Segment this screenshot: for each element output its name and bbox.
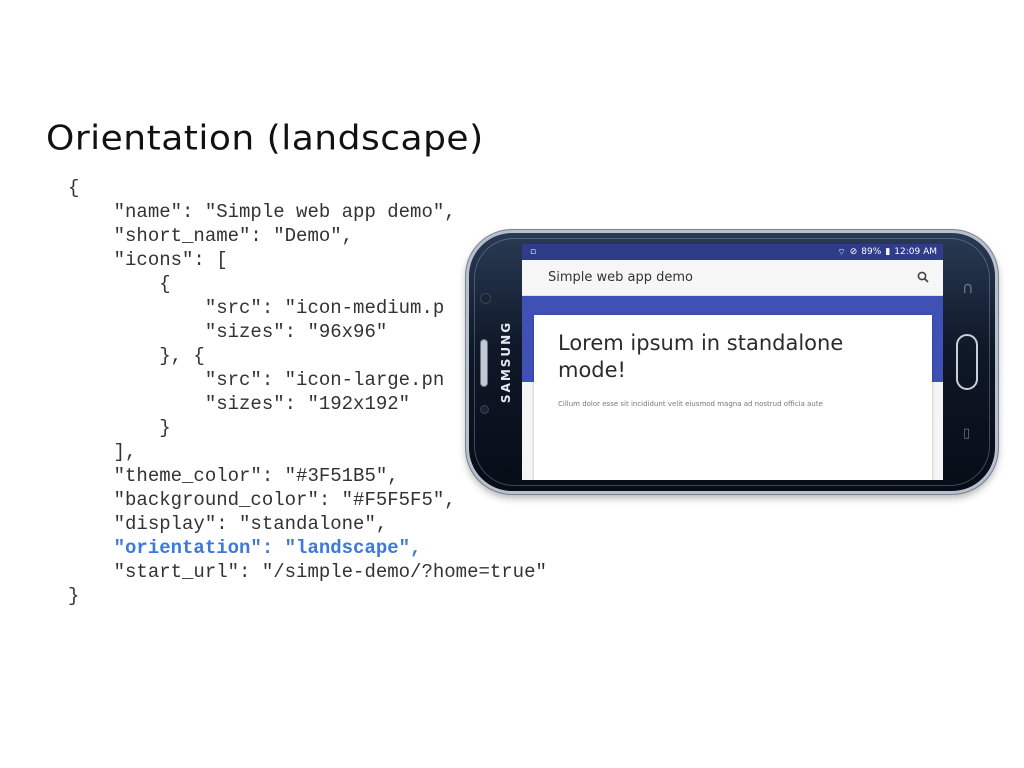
phone-brand-label: SAMSUNG: [499, 320, 513, 404]
front-camera-icon: [481, 294, 490, 303]
code-line: {: [68, 177, 80, 199]
status-bar: ▫ ⌔ ⊘ 89% ▮ 12:09 AM: [522, 244, 943, 260]
code-line: "display": "standalone",: [68, 513, 388, 535]
card-heading: Lorem ipsum in standalone mode!: [558, 331, 844, 382]
battery-icon: ▮: [885, 247, 891, 257]
sd-card-icon: ▫: [530, 247, 537, 257]
block-icon: ⊘: [849, 247, 858, 257]
phone-screen: ▫ ⌔ ⊘ 89% ▮ 12:09 AM Simple web app demo…: [522, 244, 943, 480]
speaker-grille: [481, 340, 487, 386]
code-line: "start_url": "/simple-demo/?home=true": [68, 561, 547, 583]
app-bar-title: Simple web app demo: [548, 270, 694, 285]
code-line: "name": "Simple web app demo",: [68, 201, 456, 223]
wifi-icon: ⌔: [837, 247, 846, 258]
battery-percent: 89%: [861, 247, 882, 257]
code-line: "short_name": "Demo",: [68, 225, 354, 247]
slide-title: Orientation (landscape): [46, 119, 484, 158]
sensor-icon: [481, 406, 488, 413]
status-time: 12:09 AM: [894, 247, 937, 257]
app-bar: Simple web app demo: [522, 260, 943, 296]
search-icon[interactable]: [917, 268, 929, 287]
home-button[interactable]: [956, 334, 978, 390]
recent-apps-icon: ▯: [963, 426, 971, 441]
code-line: }: [68, 585, 80, 607]
card-body-text: Cillum dolor esse sit incididunt velit e…: [558, 400, 823, 408]
status-right: ⌔ ⊘ 89% ▮ 12:09 AM: [837, 247, 937, 258]
code-line-highlighted: "orientation": "landscape",: [68, 537, 422, 559]
code-line: "background_color": "#F5F5F5",: [68, 489, 456, 511]
phone-mockup: SAMSUNG ∩ ▯ ▫ ⌔ ⊘ 89% ▮ 12:09 AM Simple …: [466, 230, 998, 494]
back-key-icon: ∩: [962, 278, 974, 297]
